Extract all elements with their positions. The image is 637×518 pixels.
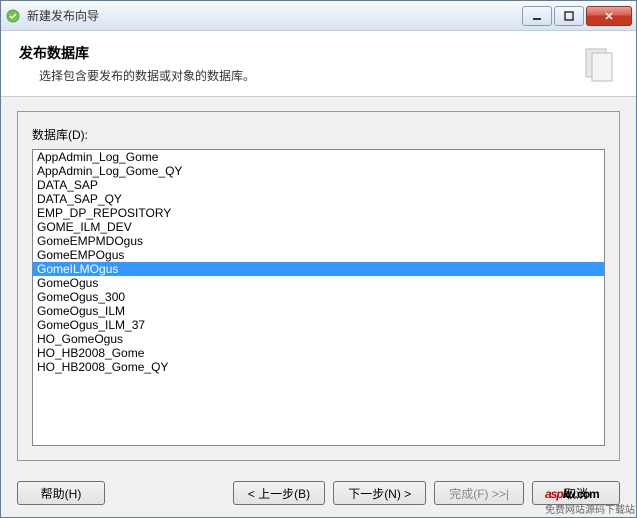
list-item[interactable]: GomeOgus_ILM_37: [33, 318, 604, 332]
finish-button[interactable]: 完成(F) >>|: [434, 481, 524, 505]
page-title: 发布数据库: [19, 43, 568, 63]
list-item[interactable]: GOME_ILM_DEV: [33, 220, 604, 234]
list-item[interactable]: GomeOgus_ILM: [33, 304, 604, 318]
button-bar: 帮助(H) < 上一步(B) 下一步(N) > 完成(F) >>| 取消: [1, 471, 636, 517]
list-item[interactable]: DATA_SAP_QY: [33, 192, 604, 206]
list-item[interactable]: GomeOgus: [33, 276, 604, 290]
list-item[interactable]: HO_HB2008_Gome: [33, 346, 604, 360]
help-button[interactable]: 帮助(H): [17, 481, 105, 505]
list-item[interactable]: GomeILMOgus: [33, 262, 604, 276]
database-listbox[interactable]: AppAdmin_Log_GomeAppAdmin_Log_Gome_QYDAT…: [32, 149, 605, 446]
page-subtitle: 选择包含要发布的数据或对象的数据库。: [19, 67, 568, 84]
list-item[interactable]: AppAdmin_Log_Gome_QY: [33, 164, 604, 178]
list-item[interactable]: AppAdmin_Log_Gome: [33, 150, 604, 164]
list-item[interactable]: EMP_DP_REPOSITORY: [33, 206, 604, 220]
nav-buttons: < 上一步(B) 下一步(N) > 完成(F) >>| 取消: [233, 481, 620, 505]
list-item[interactable]: GomeOgus_300: [33, 290, 604, 304]
close-button[interactable]: [586, 6, 632, 26]
app-icon: [5, 8, 21, 24]
titlebar[interactable]: 新建发布向导: [1, 1, 636, 31]
list-item[interactable]: DATA_SAP: [33, 178, 604, 192]
minimize-button[interactable]: [522, 6, 552, 26]
next-button[interactable]: 下一步(N) >: [333, 481, 426, 505]
header-text: 发布数据库 选择包含要发布的数据或对象的数据库。: [19, 43, 568, 84]
list-item[interactable]: GomeEMPMDOgus: [33, 234, 604, 248]
list-item[interactable]: GomeEMPOgus: [33, 248, 604, 262]
list-item[interactable]: HO_GomeOgus: [33, 332, 604, 346]
inner-panel: 数据库(D): AppAdmin_Log_GomeAppAdmin_Log_Go…: [17, 111, 620, 461]
back-button[interactable]: < 上一步(B): [233, 481, 325, 505]
window-title: 新建发布向导: [27, 7, 520, 24]
wizard-window: 新建发布向导 发布数据库 选择包含要发布的数据或对象的数据库。 数据库(D): …: [0, 0, 637, 518]
cancel-button[interactable]: 取消: [532, 481, 620, 505]
list-item[interactable]: HO_HB2008_Gome_QY: [33, 360, 604, 374]
window-controls: [520, 6, 632, 26]
list-label: 数据库(D):: [32, 126, 605, 143]
content-area: 数据库(D): AppAdmin_Log_GomeAppAdmin_Log_Go…: [1, 97, 636, 471]
wizard-header: 发布数据库 选择包含要发布的数据或对象的数据库。: [1, 31, 636, 97]
header-icon: [578, 43, 618, 83]
maximize-button[interactable]: [554, 6, 584, 26]
